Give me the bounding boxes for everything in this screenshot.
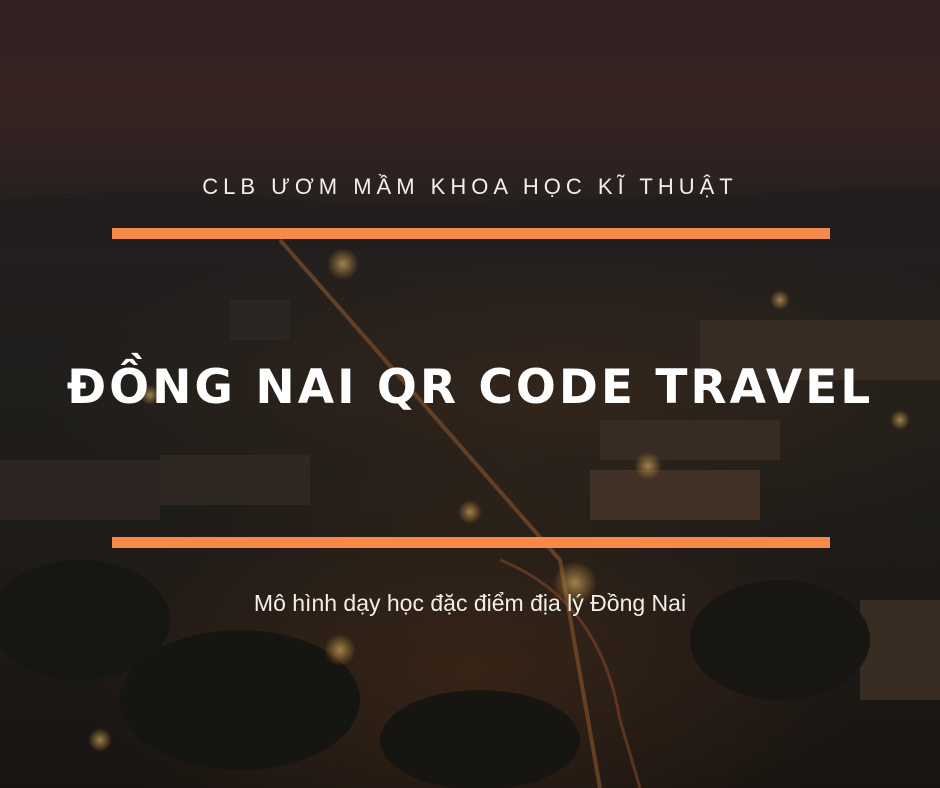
accent-bar-bottom: [112, 537, 830, 548]
club-name: CLB ƯƠM MẦM KHOA HỌC KĨ THUẬT: [202, 174, 738, 199]
accent-bar-top: [112, 228, 830, 239]
poster-title: ĐỒNG NAI QR CODE TRAVEL: [66, 360, 874, 415]
poster: CLB ƯƠM MẦM KHOA HỌC KĨ THUẬT ĐỒNG NAI Q…: [0, 0, 940, 788]
poster-caption: Mô hình dạy học đặc điểm địa lý Đồng Nai: [253, 590, 687, 616]
